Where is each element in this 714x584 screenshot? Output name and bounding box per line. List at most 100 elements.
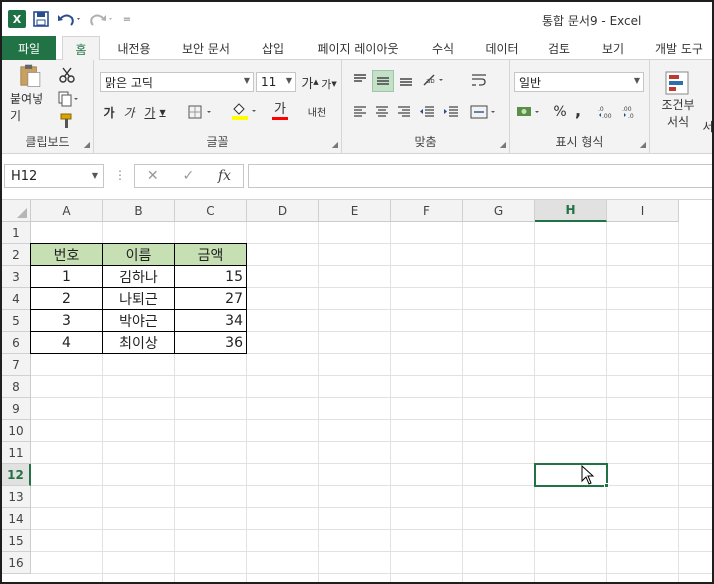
align-center-icon[interactable] [372,102,392,122]
middle-align-icon[interactable] [372,70,394,92]
row-header-1[interactable]: 1 [2,222,31,244]
tab-formulas[interactable]: 수식 [420,36,466,60]
comma-style-button[interactable]: , [570,100,586,120]
table-cell[interactable]: 최이상 [102,331,175,354]
bold-button[interactable]: 가 [100,102,118,122]
align-left-icon[interactable] [350,102,370,122]
font-color-button[interactable]: 가 [264,100,296,122]
row-header-9[interactable]: 9 [2,398,31,420]
merge-center-icon[interactable] [468,102,500,122]
row-header-4[interactable]: 4 [2,288,31,310]
column-header-d[interactable]: D [247,200,319,222]
row-header-5[interactable]: 5 [2,310,31,332]
bottom-align-icon[interactable] [396,70,416,90]
cut-icon[interactable] [56,64,78,86]
row-header-6[interactable]: 6 [2,332,31,354]
row-header-10[interactable]: 10 [2,420,31,442]
font-name-select[interactable]: 맑은 고딕 ▼ [100,72,254,92]
insert-function-button[interactable]: fx [218,168,231,184]
table-cell[interactable]: 36 [174,331,247,354]
decrease-indent-icon[interactable] [416,102,438,122]
tab-security[interactable]: 보안 문서 [168,36,244,60]
column-header-g[interactable]: G [463,200,535,222]
clipboard-launcher-icon[interactable]: ◢ [84,140,90,149]
customize-qat-icon[interactable]: = [120,8,134,30]
column-header-b[interactable]: B [103,200,175,222]
table-cell[interactable]: 27 [174,287,247,310]
row-header-2[interactable]: 2 [2,244,31,266]
copy-icon[interactable] [56,88,82,110]
worksheet-grid[interactable]: ABCDEFGHI 1 2 3 4 5 6 7 8 9 10 11 12 13 14 15 16 번호 이름 금액… [2,200,712,582]
table-header-cell[interactable]: 이름 [102,243,175,266]
tab-developer[interactable]: 개발 도구 [644,36,712,60]
tab-file[interactable]: 파일 [2,36,56,60]
table-cell[interactable]: 1 [30,265,103,288]
top-align-icon[interactable] [350,70,370,90]
paste-button[interactable]: 붙여넣기 [10,64,50,124]
column-header-c[interactable]: C [175,200,247,222]
row-header-13[interactable]: 13 [2,486,31,508]
font-size-select[interactable]: 11 ▼ [256,72,296,92]
row-header-15[interactable]: 15 [2,530,31,552]
name-box[interactable]: H12 ▼ [4,164,104,188]
accounting-format-icon[interactable] [514,102,546,122]
wrap-text-icon[interactable] [468,70,490,90]
conditional-formatting-button[interactable]: 조건부 서식 [654,62,702,138]
tab-review[interactable]: 검토 [536,36,582,60]
tab-data[interactable]: 데이터 [474,36,530,60]
save-icon[interactable] [30,8,52,30]
tab-page-layout[interactable]: 페이지 레이아웃 [302,36,414,60]
italic-button[interactable]: 가 [120,102,138,122]
row-header-7[interactable]: 7 [2,354,31,376]
table-header-cell[interactable]: 금액 [174,243,247,266]
table-cell[interactable]: 2 [30,287,103,310]
format-as-table-label[interactable]: 서 [702,116,712,136]
redo-icon[interactable] [88,8,116,30]
orientation-icon[interactable]: ab [420,70,450,90]
row-header-3[interactable]: 3 [2,266,31,288]
table-cell[interactable]: 나퇴근 [102,287,175,310]
table-cell[interactable]: 박야근 [102,309,175,332]
shrink-font-button[interactable]: 가 ▼ [320,74,338,94]
row-header-14[interactable]: 14 [2,508,31,530]
row-header-12[interactable]: 12 [2,464,31,486]
table-cell[interactable]: 4 [30,331,103,354]
increase-decimal-icon[interactable]: .0.00 [596,102,618,122]
tab-insert-menu[interactable]: 내전용 [106,36,162,60]
column-header-i[interactable]: I [607,200,679,222]
percent-style-button[interactable]: % [550,102,570,122]
table-cell[interactable]: 34 [174,309,247,332]
align-right-icon[interactable] [394,102,414,122]
undo-icon[interactable] [56,8,84,30]
number-format-select[interactable]: 일반 ▼ [514,72,644,92]
grow-font-button[interactable]: 가 ▲ [300,72,320,92]
tab-insert[interactable]: 삽입 [250,36,296,60]
row-header-11[interactable]: 11 [2,442,31,464]
enter-icon[interactable]: ✓ [182,168,194,184]
format-painter-icon[interactable] [56,110,78,132]
column-header-e[interactable]: E [319,200,391,222]
increase-indent-icon[interactable] [440,102,462,122]
underline-button[interactable]: 가 ▼ [140,102,170,122]
tab-home[interactable]: 홈 [62,36,100,61]
row-header-8[interactable]: 8 [2,376,31,398]
row-header-16[interactable]: 16 [2,552,31,574]
table-cell[interactable]: 김하나 [102,265,175,288]
table-header-cell[interactable]: 번호 [30,243,103,266]
select-all-button[interactable] [2,200,31,222]
table-cell[interactable]: 3 [30,309,103,332]
column-header-h[interactable]: H [535,200,607,222]
fill-color-button[interactable] [230,100,262,122]
tab-view[interactable]: 보기 [590,36,636,60]
number-launcher-icon[interactable]: ◢ [640,140,646,149]
phonetic-button[interactable]: 내천 [304,100,330,122]
font-launcher-icon[interactable]: ◢ [332,140,338,149]
table-cell[interactable]: 15 [174,265,247,288]
formula-input[interactable] [248,164,712,188]
column-header-f[interactable]: F [391,200,463,222]
alignment-launcher-icon[interactable]: ◢ [500,140,506,149]
borders-button[interactable] [186,102,218,122]
active-cell[interactable] [534,463,608,487]
column-header-a[interactable]: A [31,200,103,222]
formula-bar-grip-icon[interactable]: ⋮ [114,168,126,182]
